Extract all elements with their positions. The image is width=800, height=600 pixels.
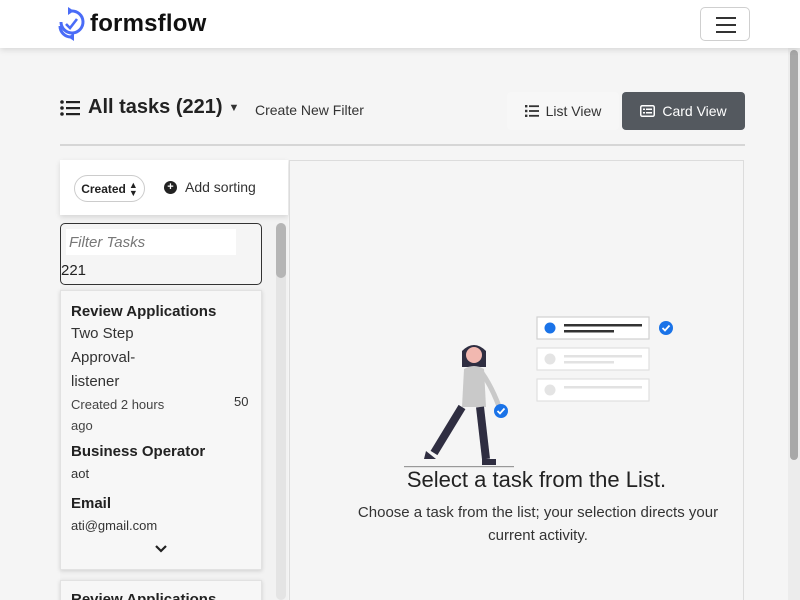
add-sorting-label: Add sorting [185, 179, 256, 195]
page-title: All tasks (221) [88, 96, 223, 118]
list-icon [60, 99, 80, 116]
task-count: 221 [61, 262, 87, 279]
sort-arrows-icon: ▲ ▼ [128, 179, 138, 198]
formsflow-logo-icon [58, 7, 85, 41]
sort-chip-label: Created [81, 181, 126, 196]
select-task-illustration [404, 316, 673, 468]
list-view-button[interactable]: List View [507, 92, 619, 130]
plus-circle-icon: + [164, 180, 177, 194]
task-header: All tasks (221) ▼ Create New Filter List… [60, 92, 745, 130]
card-view-button[interactable]: Card View [622, 92, 745, 130]
card-view-icon [640, 105, 656, 117]
list-view-label: List View [545, 103, 602, 119]
field-label-business-operator: Business Operator [71, 443, 206, 460]
caret-down-icon: ▼ [228, 101, 240, 114]
list-view-icon [524, 105, 539, 117]
task-created-time: Created 2 hours ago [71, 397, 165, 433]
empty-state-title: Select a task from the List. [406, 467, 667, 492]
hamburger-menu-icon [716, 17, 736, 19]
task-list-scrollbar-thumb[interactable] [276, 223, 286, 278]
create-new-filter-link[interactable]: Create New Filter [255, 102, 364, 118]
chevron-down-icon[interactable] [153, 543, 169, 555]
brand[interactable]: formsflow [56, 6, 206, 42]
filter-tasks-box: 221 [60, 223, 262, 285]
navbar-toggle-button[interactable] [700, 7, 750, 41]
card-view-label: Card View [662, 103, 727, 119]
page-scrollbar[interactable] [788, 48, 800, 600]
filter-tasks-input[interactable] [66, 229, 236, 255]
empty-state-subtitle: Choose a task from the list; your select… [357, 504, 719, 544]
top-navbar: formsflow [0, 0, 800, 48]
task-card[interactable]: Review Applications Two Step Approval- l… [60, 290, 262, 570]
task-list-panel: Created ▲▼ + Add sorting 221 Review Appl… [60, 160, 288, 600]
task-process-name: Two Step Approval- listener [71, 325, 136, 390]
brand-name: formsflow [90, 10, 207, 37]
task-list-scrollbar[interactable] [276, 223, 286, 600]
add-sorting-button[interactable]: + Add sorting [164, 179, 256, 195]
all-tasks-dropdown[interactable]: All tasks (221) ▼ [60, 96, 239, 119]
sort-bar: Created ▲ ▼ + Add sorting [60, 160, 288, 215]
task-name: Review Applications [71, 591, 217, 600]
task-name: Review Applications [71, 303, 217, 320]
sort-chip-created[interactable]: Created ▲ ▼ [74, 175, 145, 202]
task-card[interactable]: Review Applications [60, 580, 262, 600]
field-value-business-operator: aot [71, 466, 90, 481]
field-label-email: Email [71, 495, 112, 512]
page-scrollbar-thumb[interactable] [790, 50, 798, 460]
header-divider [60, 144, 745, 146]
field-value-email: ati@gmail.com [71, 518, 158, 533]
task-detail-panel: Select a task from the List. Choose a ta… [289, 160, 744, 600]
task-priority: 50 [234, 394, 249, 409]
